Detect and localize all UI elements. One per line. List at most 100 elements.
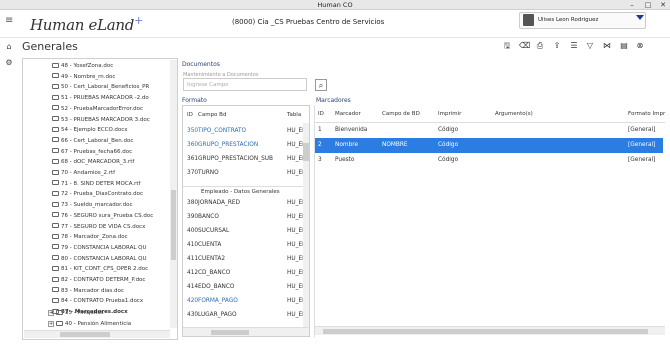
col-id: ID [187,112,193,118]
tree-item[interactable]: 84 - CONTRATO Prueba1.docx [52,297,143,306]
folder-icon [56,309,63,315]
tree-item[interactable]: 81 - KIT_CONT_CFS_OPER 2.doc [52,265,148,274]
company-label: (8000) Cia _CS Pruebas Centro de Servici… [232,18,385,26]
folder-icon [52,158,59,164]
formato-row[interactable]: 380 JORNADA_RED HU_EI [183,196,304,210]
marcador-row[interactable]: 1 Bienvenida Código [General] [315,123,663,138]
scroll-thumb[interactable] [171,190,176,260]
export-icon[interactable]: ⇪ [552,41,562,51]
folder-icon [52,73,59,79]
close-window-button[interactable]: ✕ [655,0,670,10]
tree-item[interactable]: 72 - Prueba_DiasContrato.doc [52,190,143,199]
documentos-title: Documentos [182,61,220,68]
home-icon[interactable]: ⌂ [4,42,14,52]
marcadores-table: ID Marcador Campo de BD Imprimir Argumen… [314,105,666,337]
report-icon[interactable]: ▤ [619,41,629,51]
save-icon[interactable]: 🖫 [502,41,512,51]
tree-group-pension[interactable]: +40 - Pensión Alimenticia [48,320,131,329]
print-icon[interactable]: ⎙ [535,41,545,51]
window-titlebar: Human CO [0,0,670,10]
folder-icon [52,180,59,186]
formato-row[interactable]: 430 LUGAR_PAGO HU_EI [183,308,304,322]
folder-icon [52,287,59,293]
formato-table: ID Campo Bd Tabla 350 TIPO_CONTRATO HU_EI 3… [182,105,310,337]
marcador-row[interactable]: 2 Nombre NOMBRE Código [General] [315,138,663,153]
tree-item[interactable]: 54 - Ejemplo ECCO.docx [52,126,128,135]
tree-item[interactable]: 68 - dOC_MARCADOR_3.rtf [52,158,134,167]
expand-icon[interactable]: + [48,310,54,316]
formato-row[interactable]: 412 CD_BANCO HU_EI [183,266,304,280]
scroll-thumb[interactable] [303,143,309,161]
formato-hscrollbar[interactable] [183,327,309,336]
group-label: Empleado - Datos Generales [183,186,303,196]
tree-item[interactable]: 52 - PruebaMarcadorError.doc [52,105,143,114]
hamburger-menu-icon[interactable]: ≡ [5,15,13,26]
scroll-thumb[interactable] [60,332,110,337]
formato-scrollbar[interactable] [303,123,309,327]
tree-group-finiquitos[interactable]: +35 - Finiquitos [48,309,104,318]
expand-icon[interactable]: + [48,321,54,327]
backspace-icon[interactable]: ⌫ [519,41,530,51]
folder-icon [52,148,59,154]
tree-item[interactable]: 66 - Cert_Laboral_Ben.doc [52,137,133,146]
formato-row[interactable]: 411 CUENTA2 HU_EI [183,252,304,266]
formato-row[interactable]: 370 TURNO HU_EI [183,166,304,180]
tree-item[interactable]: 82 - CONTRATO DETERM_P.doc [52,276,145,285]
search-input[interactable]: Ingrese Campo [183,78,307,91]
marcadores-title: Marcadores [316,97,351,104]
folder-icon [52,212,59,218]
formato-row[interactable]: 390 BANCO HU_EI [183,210,304,224]
col-imprimir: Imprimir [438,111,462,117]
folder-icon [52,126,59,132]
tree-item[interactable]: 78 - Marcador_Zona.doc [52,233,128,242]
tree-item[interactable]: 83 - Marcador dias.doc [52,287,124,296]
col-tabla: Tabla [287,112,302,118]
minimize-button[interactable]: – [624,0,640,10]
tree-item[interactable]: 79 - CONSTANCIA LABORAL QU [52,244,147,253]
tree-item[interactable]: 71 - 8. SIND DETER MOCA.rtf [52,180,140,189]
tree-item[interactable]: 80 - CONSTANCIA LABORAL QU [52,255,147,264]
formato-rows-bottom: 380 JORNADA_RED HU_EI 390 BANCO HU_EI 400 SUCUR… [183,196,304,326]
scroll-thumb[interactable] [323,329,648,334]
folder-icon [52,105,59,111]
formato-row[interactable]: 360 GRUPO_PRESTACION HU_EI [183,138,304,152]
cancel-icon[interactable]: ⊗ [635,41,645,51]
maximize-button[interactable]: □ [640,0,656,10]
tree-item[interactable]: 51 - PRUEBAS MARCADOR -2.do [52,94,149,103]
tree-item[interactable]: 70 - Andamios_2.rtf [52,169,115,178]
marcador-row[interactable]: 3 Puesto Código [General] [315,153,663,168]
formato-row[interactable]: 400 SUCURSAL HU_EI [183,224,304,238]
col-argumentos: Argumento(s) [495,111,533,117]
tree-hscrollbar[interactable] [24,330,170,338]
sort-icon[interactable]: ☰ [569,41,579,51]
tree-item[interactable]: 53 - PRUEBAS MARCADOR 3.doc [52,116,150,125]
tree-item[interactable]: 76 - SEGURO sura_Prueba CS.doc [52,212,153,221]
gear-icon[interactable]: ⚙ [4,58,14,68]
hierarchy-icon[interactable]: ⋈ [602,41,612,51]
scroll-thumb[interactable] [211,330,249,335]
formato-row[interactable]: 414 EDO_BANCO HU_EI [183,280,304,294]
marcadores-hscrollbar[interactable] [315,326,665,335]
tree-item[interactable]: 49 - Nombre_rn.doc [52,73,115,82]
folder-icon [52,233,59,239]
tree-item[interactable]: 50 - Cert_Laboral_Beneficios_PR [52,83,149,92]
marcadores-rows: 1 Bienvenida Código [General] 2 Nombre NOMBRE C… [315,123,665,173]
folder-icon [52,276,59,282]
search-button[interactable]: ⌕ [315,79,327,91]
tree-item[interactable]: 67 - Pruebas_fecha66.doc [52,148,132,157]
folder-icon [52,255,59,261]
folder-icon [52,83,59,89]
formato-row[interactable]: 420 FORMA_PAGO HU_EI [183,294,304,308]
human-eland-logo: Human eLand+ [30,14,144,34]
tree-scrollbar[interactable] [170,60,177,328]
col-formato: Formato Impr [628,111,666,117]
user-name: Ulises Leon Rodriguez [538,17,599,23]
chevron-down-icon[interactable] [636,15,644,20]
tree-item[interactable]: 48 - YosefZona.doc [52,62,113,71]
filter-icon[interactable]: ▽ [585,41,595,51]
tree-item[interactable]: 77 - SEGURO DE VIDA CS.docx [52,223,145,232]
formato-row[interactable]: 361 GRUPO_PRESTACION_SUB HU_EI [183,152,304,166]
formato-row[interactable]: 350 TIPO_CONTRATO HU_EI [183,124,304,138]
tree-item[interactable]: 73 - Sueldo_marcador.doc [52,201,132,210]
formato-row[interactable]: 410 CUENTA HU_EI [183,238,304,252]
